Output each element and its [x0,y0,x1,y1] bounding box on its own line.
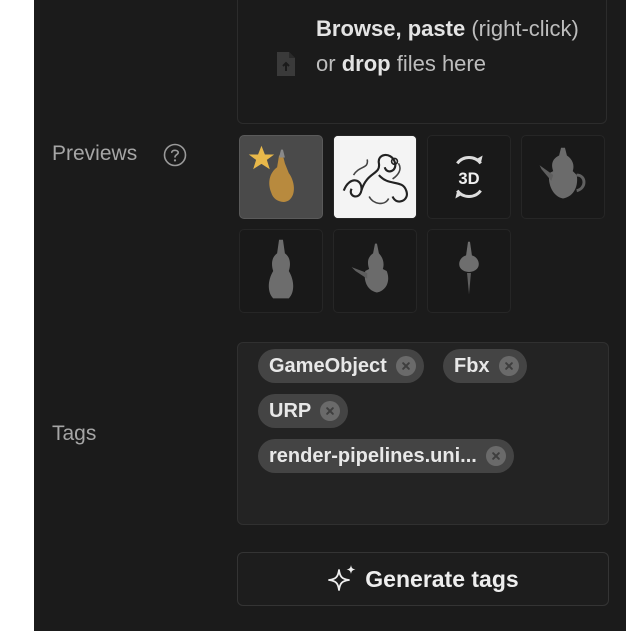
thumbnail-teapot-angled[interactable] [333,229,417,313]
thumbnail-teapot-top[interactable] [427,229,511,313]
close-circle-icon[interactable] [320,401,341,421]
drop-instructions: Browse, paste (right-click) or drop file… [316,11,586,81]
question-circle-icon[interactable] [162,142,188,168]
close-circle-icon[interactable] [395,356,416,376]
star-icon [248,145,275,170]
tag-label: GameObject [269,354,387,377]
sparkle-icon [328,565,356,591]
drop-action: drop [341,51,391,76]
generate-tags-label: Generate tags [365,565,519,592]
svg-text:3D: 3D [458,169,479,188]
paste-action: paste [407,16,466,41]
previews-label: Previews [52,142,138,165]
thumbnail-ornament-drawing[interactable] [333,135,417,219]
thumbnail-teapot-side[interactable] [521,135,605,219]
tags-label: Tags [52,422,97,445]
tag-chip: render-pipelines.uni... [258,439,514,473]
files-here-text: files here [396,51,486,76]
tag-chip: GameObject [258,349,424,383]
close-circle-icon[interactable] [485,446,506,466]
tag-chip: Fbx [443,349,527,383]
thumbnail-teapot-front[interactable] [239,229,323,313]
thumbnail-3d-view[interactable]: 3D [427,135,511,219]
browse-link[interactable]: Browse, [316,16,402,41]
tag-label: Fbx [454,354,490,377]
asset-details-panel: Browse, paste (right-click) or drop file… [34,0,626,631]
tag-label: URP [269,399,312,422]
file-drop-zone[interactable]: Browse, paste (right-click) or drop file… [237,0,607,124]
tags-field[interactable]: GameObject Fbx URP render-pipelines.uni.… [237,342,609,525]
close-circle-icon[interactable] [498,356,519,376]
tag-chip: URP [258,394,349,428]
tag-label: render-pipelines.uni... [269,444,477,467]
thumbnail-vase-starred[interactable] [239,135,323,219]
generate-tags-button[interactable]: Generate tags [237,552,609,606]
file-upload-icon [277,52,295,76]
